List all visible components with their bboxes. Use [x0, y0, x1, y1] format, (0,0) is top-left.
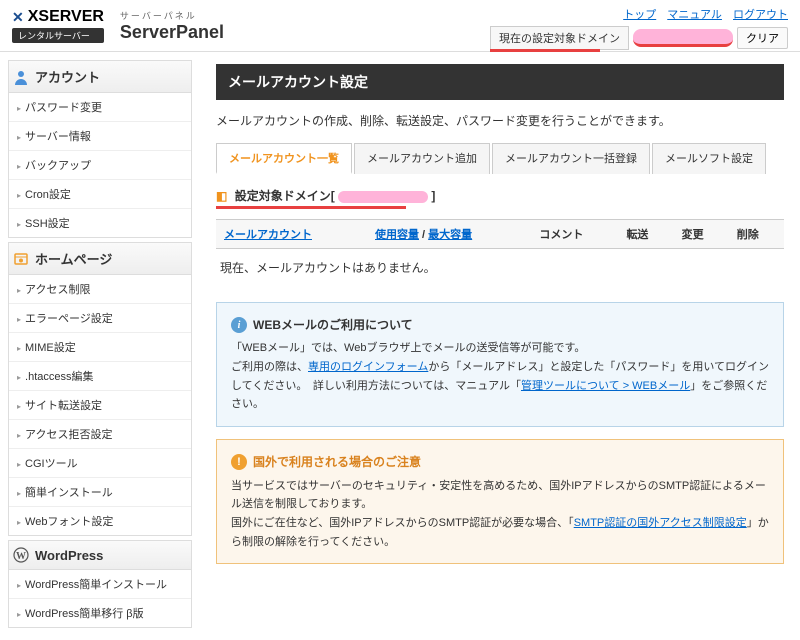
redline	[216, 206, 406, 209]
page-description: メールアカウントの作成、削除、転送設定、パスワード変更を行うことができます。	[216, 112, 784, 129]
sidebar-item[interactable]: CGIツール	[9, 449, 191, 478]
link-top[interactable]: トップ	[623, 9, 656, 21]
col-change: 変更	[674, 220, 729, 249]
target-domain-value	[338, 191, 428, 203]
xserver-icon: ✕	[12, 9, 24, 26]
overseas-warn-box: ! 国外で利用される場合のご注意 当サービスではサーバーのセキュリティ・安定性を…	[216, 439, 784, 564]
sidebar-title-homepage: ホームページ	[35, 249, 112, 268]
sidebar-item[interactable]: SSH設定	[9, 209, 191, 237]
sidebar-header-account: アカウント	[8, 60, 192, 93]
target-domain-label: 設定対象ドメイン	[235, 189, 331, 203]
info-line2: ご利用の際は、専用のログインフォームから「メールアドレス」と設定した「パスワード…	[231, 358, 769, 414]
current-domain-bar: 現在の設定対象ドメイン クリア	[490, 26, 788, 50]
col-capacity[interactable]: 使用容量 / 最大容量	[367, 220, 531, 249]
warn-icon: !	[231, 454, 247, 470]
mail-accounts-table: メールアカウント 使用容量 / 最大容量 コメント 転送 変更 削除	[216, 219, 784, 249]
sidebar-title-wordpress: WordPress	[35, 548, 103, 563]
svg-text:W: W	[16, 551, 26, 562]
info-title: WEBメールのご利用について	[253, 315, 413, 335]
link-login-form[interactable]: 専用のログインフォーム	[308, 361, 428, 373]
tab-mail-soft[interactable]: メールソフト設定	[652, 143, 766, 174]
link-manual-webmail[interactable]: 管理ツールについて > WEBメール	[521, 380, 690, 392]
sidebar-item[interactable]: .htaccess編集	[9, 362, 191, 391]
sidebar-item[interactable]: WordPress簡単インストール	[9, 570, 191, 599]
sidebar-item[interactable]: バックアップ	[9, 151, 191, 180]
header: ✕ XSERVER レンタルサーバー サーバーパネル ServerPanel ト…	[0, 0, 800, 52]
tab-mail-add[interactable]: メールアカウント追加	[354, 143, 490, 174]
link-smtp-setting[interactable]: SMTP認証の国外アクセス制限設定	[574, 517, 747, 529]
current-domain-label: 現在の設定対象ドメイン	[490, 26, 629, 50]
sidebar-item[interactable]: Cron設定	[9, 180, 191, 209]
link-manual[interactable]: マニュアル	[667, 9, 722, 21]
marker-icon: ◧	[216, 189, 227, 203]
logo-area: ✕ XSERVER レンタルサーバー サーバーパネル ServerPanel	[12, 8, 224, 43]
brand-text: XSERVER	[28, 8, 104, 26]
sidebar-item[interactable]: サーバー情報	[9, 122, 191, 151]
info-line1: 「WEBメール」では、Webブラウザ上でメールの送受信等が可能です。	[231, 339, 769, 358]
col-account[interactable]: メールアカウント	[216, 220, 367, 249]
link-logout[interactable]: ログアウト	[733, 9, 788, 21]
panel-title-en: ServerPanel	[120, 22, 224, 43]
warn-title: 国外で利用される場合のご注意	[253, 452, 421, 472]
page-title: メールアカウント設定	[216, 64, 784, 100]
brand-logo: ✕ XSERVER	[12, 8, 104, 26]
tab-mail-list[interactable]: メールアカウント一覧	[216, 143, 352, 174]
webmail-info-box: i WEBメールのご利用について 「WEBメール」では、Webブラウザ上でメール…	[216, 302, 784, 427]
sidebar-item[interactable]: 簡単インストール	[9, 478, 191, 507]
account-icon	[13, 69, 29, 85]
panel-title-jp: サーバーパネル	[120, 9, 224, 22]
sidebar-header-wordpress: W WordPress	[8, 540, 192, 570]
sidebar: アカウント パスワード変更 サーバー情報 バックアップ Cron設定 SSH設定…	[0, 52, 200, 640]
sidebar-title-account: アカウント	[35, 67, 100, 86]
info-icon: i	[231, 317, 247, 333]
current-domain-value	[633, 29, 733, 47]
warn-line2: 国外にご在住など、国外IPアドレスからのSMTP認証が必要な場合、「SMTP認証…	[231, 514, 769, 551]
sidebar-item[interactable]: アクセス制限	[9, 275, 191, 304]
sidebar-item[interactable]: パスワード変更	[9, 93, 191, 122]
domain-label-text: 現在の設定対象ドメイン	[499, 33, 620, 45]
empty-message: 現在、メールアカウントはありません。	[216, 249, 784, 286]
col-delete: 削除	[729, 220, 784, 249]
sidebar-item[interactable]: アクセス拒否設定	[9, 420, 191, 449]
col-forward: 転送	[618, 220, 673, 249]
sidebar-item[interactable]: Webフォント設定	[9, 507, 191, 535]
sidebar-item[interactable]: エラーページ設定	[9, 304, 191, 333]
sidebar-header-homepage: ホームページ	[8, 242, 192, 275]
sidebar-item[interactable]: MIME設定	[9, 333, 191, 362]
homepage-icon	[13, 251, 29, 267]
panel-title: サーバーパネル ServerPanel	[120, 9, 224, 43]
main-content: メールアカウント設定 メールアカウントの作成、削除、転送設定、パスワード変更を行…	[200, 52, 800, 640]
tabs: メールアカウント一覧 メールアカウント追加 メールアカウント一括登録 メールソフ…	[216, 143, 784, 174]
sidebar-item[interactable]: WordPress簡単移行 β版	[9, 599, 191, 627]
brand-sub: レンタルサーバー	[12, 28, 104, 43]
clear-button[interactable]: クリア	[737, 27, 788, 49]
warn-line1: 当サービスではサーバーのセキュリティ・安定性を高めるため、国外IPアドレスからの…	[231, 477, 769, 514]
top-links: トップ マニュアル ログアウト	[615, 6, 788, 22]
col-comment: コメント	[531, 220, 618, 249]
target-domain-row: ◧ 設定対象ドメイン[ ]	[216, 187, 784, 204]
wordpress-icon: W	[13, 547, 29, 563]
tab-mail-bulk[interactable]: メールアカウント一括登録	[492, 143, 650, 174]
sidebar-item[interactable]: サイト転送設定	[9, 391, 191, 420]
